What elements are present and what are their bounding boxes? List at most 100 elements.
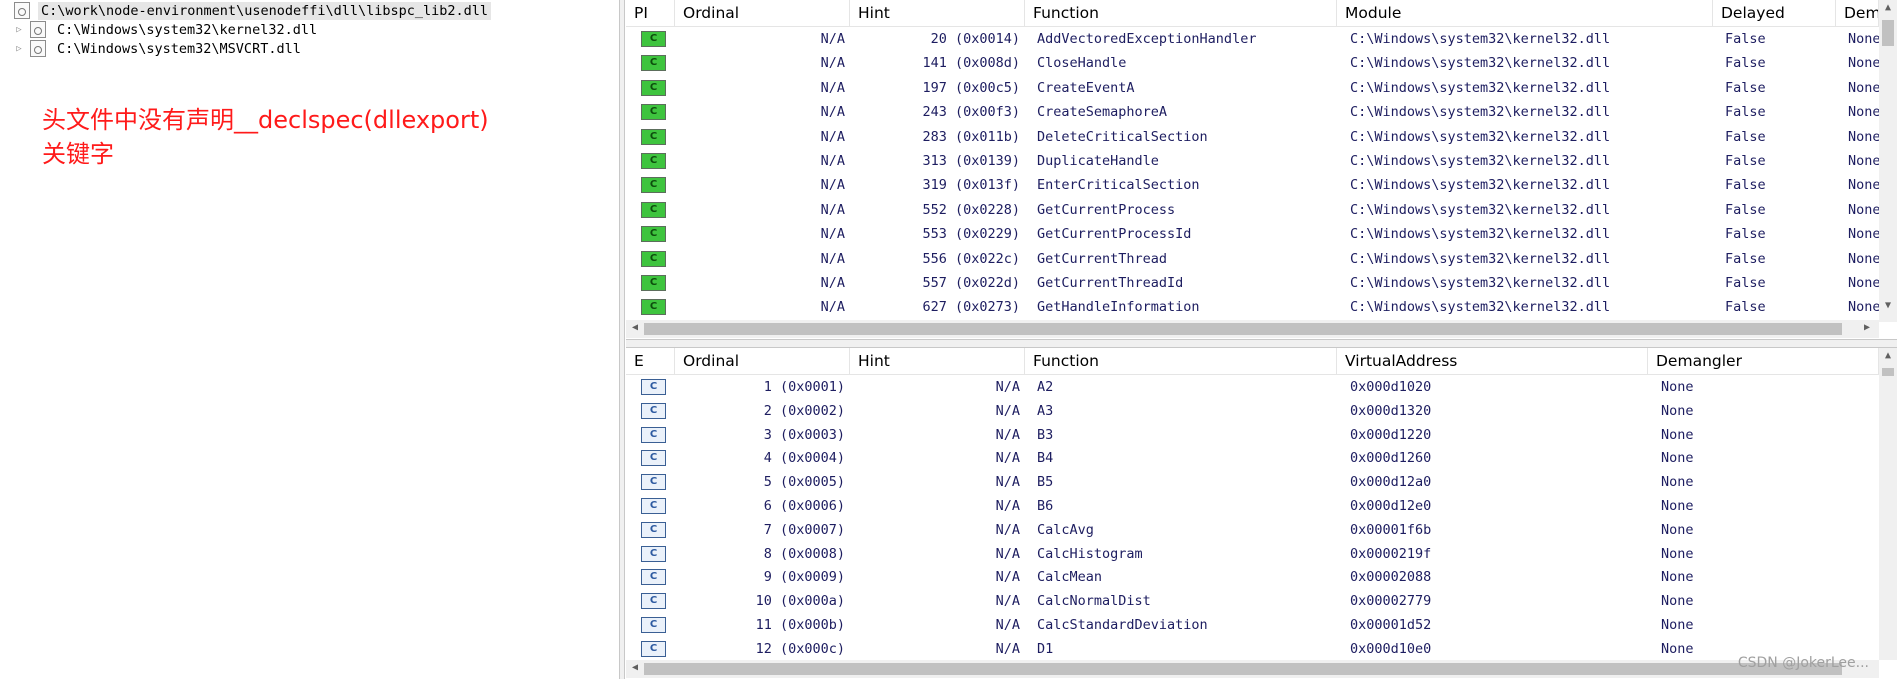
imports-horizontal-scrollbar[interactable]: ◀ ▶ <box>626 320 1879 338</box>
delayed-cell: False <box>1725 128 1766 145</box>
c-function-icon: C <box>641 617 666 633</box>
col-function[interactable]: Function <box>1025 348 1337 375</box>
module-cell: C:\Windows\system32\kernel32.dll <box>1350 275 1611 291</box>
dll-file-icon <box>30 40 46 57</box>
demangler-cell: None <box>1848 79 1879 96</box>
col-virtual-address[interactable]: VirtualAddress <box>1337 348 1648 375</box>
hint-cell: N/A <box>995 379 1020 395</box>
module-cell: C:\Windows\system32\kernel32.dll <box>1350 153 1611 169</box>
col-module[interactable]: Module <box>1337 0 1713 27</box>
export-row[interactable]: C 2 (0x0002) N/A A3 0x000d1320 None <box>626 399 1879 423</box>
col-hint[interactable]: Hint <box>850 0 1025 27</box>
export-row[interactable]: C 3 (0x0003) N/A B3 0x000d1220 None <box>626 423 1879 447</box>
function-cell: GetHandleInformation <box>1037 299 1200 316</box>
export-row[interactable]: C 12 (0x000c) N/A D1 0x000d10e0 None <box>626 637 1879 661</box>
scroll-left-arrow-icon[interactable]: ◀ <box>626 662 644 673</box>
exports-vscroll-thumb[interactable] <box>1882 368 1894 376</box>
col-pi[interactable]: PI <box>626 0 675 27</box>
module-cell: C:\Windows\system32\kernel32.dll <box>1350 177 1611 194</box>
hint-cell: 557 (0x022d) <box>922 275 1020 291</box>
ordinal-cell: 3 (0x0003) <box>763 426 845 443</box>
col-function[interactable]: Function <box>1025 0 1337 27</box>
demangler-cell: None <box>1848 299 1879 316</box>
export-row[interactable]: C 10 (0x000a) N/A CalcNormalDist 0x00002779 N… <box>626 589 1879 613</box>
function-cell: B3 <box>1037 426 1054 443</box>
function-cell: CalcMean <box>1037 569 1103 586</box>
c-function-icon: C <box>641 545 666 562</box>
import-row[interactable]: C N/A 141 (0x008d) CloseHandle C:\Windows\sy… <box>626 51 1879 75</box>
export-row[interactable]: C 8 (0x0008) N/A CalcHistogram 0x0000219f Non… <box>626 542 1879 566</box>
imports-vertical-scrollbar[interactable]: ▲ ▼ <box>1879 0 1897 322</box>
c-function-icon: C <box>641 226 666 243</box>
delayed-cell: False <box>1725 79 1766 96</box>
imports-vscroll-thumb[interactable] <box>1882 20 1894 46</box>
virtual-address-cell: 0x000d12a0 <box>1350 474 1432 491</box>
col-ordinal[interactable]: Ordinal <box>675 0 850 27</box>
col-hint[interactable]: Hint <box>850 348 1025 375</box>
demangler-cell: None <box>1661 569 1694 586</box>
hint-cell: 313 (0x0139) <box>922 153 1020 169</box>
exports-vertical-scrollbar[interactable]: ▲ <box>1879 348 1897 660</box>
col-demangler[interactable]: Dem <box>1836 0 1879 27</box>
demangler-cell: None <box>1848 226 1879 243</box>
demangler-cell: None <box>1848 250 1879 267</box>
demangler-cell: None <box>1848 153 1879 169</box>
import-row[interactable]: C N/A 197 (0x00c5) CreateEventA C:\Windows\s… <box>626 76 1879 100</box>
import-row[interactable]: C N/A 553 (0x0229) GetCurrentProcessId C:\Wi… <box>626 222 1879 246</box>
export-row[interactable]: C 4 (0x0004) N/A B4 0x000d1260 None <box>626 446 1879 470</box>
c-function-icon: C <box>641 569 666 586</box>
import-row[interactable]: C N/A 243 (0x00f3) CreateSemaphoreA C:\Windo… <box>626 100 1879 124</box>
delayed-cell: False <box>1725 250 1766 267</box>
import-row[interactable]: C N/A 20 (0x0014) AddVectoredExceptionHandl… <box>626 27 1879 51</box>
tree-item[interactable]: ▷ C:\Windows\system32\kernel32.dll <box>0 20 320 39</box>
export-row[interactable]: C 6 (0x0006) N/A B6 0x000d12e0 None <box>626 494 1879 518</box>
ordinal-cell: N/A <box>820 153 845 169</box>
annotation-line-1: 头文件中没有声明__declspec(dllexport) <box>42 106 489 134</box>
tree-item[interactable]: C:\work\node-environment\usenodeffi\dll\… <box>0 1 492 20</box>
import-row[interactable]: C N/A 556 (0x022c) GetCurrentThread C:\Windo… <box>626 247 1879 271</box>
demangler-cell: None <box>1661 498 1694 514</box>
c-function-icon: C <box>641 426 666 443</box>
vertical-splitter[interactable] <box>619 0 625 679</box>
demangler-cell: None <box>1661 426 1694 443</box>
tree-item-label: C:\Windows\system32\MSVCRT.dll <box>57 40 301 57</box>
tree-item[interactable]: ▷ C:\Windows\system32\MSVCRT.dll <box>0 39 304 58</box>
import-row[interactable]: C N/A 283 (0x011b) DeleteCriticalSection C:\… <box>626 125 1879 149</box>
col-delayed[interactable]: Delayed <box>1713 0 1836 27</box>
col-e[interactable]: E <box>626 348 675 375</box>
function-cell: B6 <box>1037 498 1054 514</box>
import-row[interactable]: C N/A 319 (0x013f) EnterCriticalSection C:\W… <box>626 173 1879 197</box>
scroll-up-arrow-icon[interactable]: ▲ <box>1879 350 1897 361</box>
ordinal-cell: 5 (0x0005) <box>763 474 845 491</box>
function-cell: GetCurrentThreadId <box>1037 275 1184 291</box>
horizontal-splitter[interactable] <box>626 340 1897 347</box>
scroll-right-arrow-icon[interactable]: ▶ <box>1858 322 1876 333</box>
function-cell: GetCurrentThread <box>1037 250 1168 267</box>
exports-horizontal-scrollbar[interactable]: ◀ <box>626 660 1879 678</box>
import-row[interactable]: C N/A 313 (0x0139) DuplicateHandle C:\Window… <box>626 149 1879 173</box>
virtual-address-cell: 0x000d12e0 <box>1350 498 1432 514</box>
scroll-down-arrow-icon[interactable]: ▼ <box>1879 300 1897 311</box>
imports-pane: PI Ordinal Hint Function Module Delayed … <box>626 0 1897 340</box>
export-row[interactable]: C 1 (0x0001) N/A A2 0x000d1020 None <box>626 375 1879 399</box>
col-demangler[interactable]: Demangler <box>1648 348 1879 375</box>
ordinal-cell: N/A <box>820 201 845 218</box>
scroll-up-arrow-icon[interactable]: ▲ <box>1879 2 1897 13</box>
scroll-left-arrow-icon[interactable]: ◀ <box>626 322 644 333</box>
import-row[interactable]: C N/A 552 (0x0228) GetCurrentProcess C:\Wind… <box>626 198 1879 222</box>
export-row[interactable]: C 11 (0x000b) N/A CalcStandardDeviation 0x00… <box>626 613 1879 637</box>
hint-cell: N/A <box>995 402 1020 419</box>
hint-cell: N/A <box>995 450 1020 467</box>
hint-cell: N/A <box>995 498 1020 514</box>
import-row[interactable]: C N/A 627 (0x0273) GetHandleInformation C:\W… <box>626 295 1879 319</box>
export-row[interactable]: C 7 (0x0007) N/A CalcAvg 0x00001f6b None <box>626 518 1879 542</box>
export-row[interactable]: C 9 (0x0009) N/A CalcMean 0x00002088 None <box>626 565 1879 589</box>
imports-hscroll-thumb[interactable] <box>644 323 1842 335</box>
expand-arrow-icon[interactable]: ▷ <box>8 44 30 54</box>
import-row[interactable]: C N/A 557 (0x022d) GetCurrentThreadId C:\Win… <box>626 271 1879 295</box>
export-row[interactable]: C 5 (0x0005) N/A B5 0x000d12a0 None <box>626 470 1879 494</box>
exports-hscroll-thumb[interactable] <box>644 663 1842 675</box>
expand-arrow-icon[interactable]: ▷ <box>8 25 30 35</box>
col-ordinal[interactable]: Ordinal <box>675 348 850 375</box>
delayed-cell: False <box>1725 31 1766 47</box>
